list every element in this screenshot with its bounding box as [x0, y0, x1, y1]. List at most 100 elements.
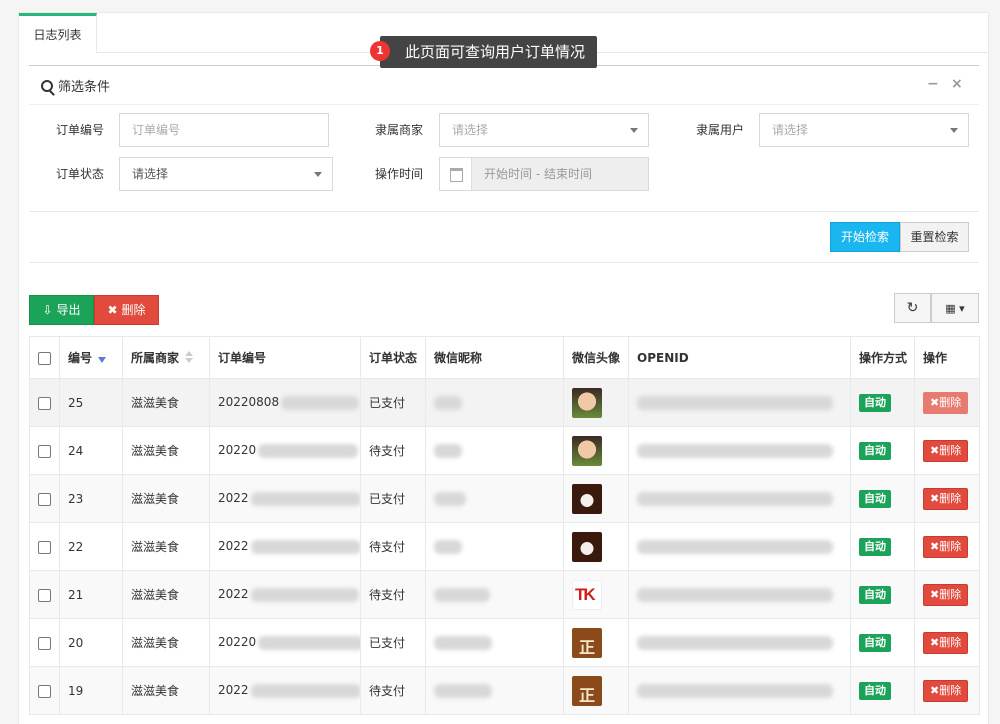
row-checkbox[interactable] [38, 444, 51, 458]
avatar [572, 387, 602, 418]
redacted-openid [637, 443, 833, 458]
col-id[interactable]: 编号 [59, 336, 123, 379]
row-delete-label: 删除 [939, 491, 962, 505]
row-delete-label: 删除 [939, 443, 962, 457]
tab-log-list[interactable]: 日志列表 [19, 13, 97, 53]
avatar [572, 627, 602, 658]
close-icon: ✖ [107, 303, 118, 317]
close-icon[interactable]: × [951, 76, 963, 92]
cell-id: 21 [59, 570, 123, 619]
cell-status: 已支付 [360, 474, 426, 523]
table-row[interactable]: 22 滋滋美食 2022 待支付 自动 ✖删除 [29, 522, 980, 571]
search-icon [41, 80, 53, 92]
user-select[interactable]: 请选择 [759, 113, 969, 147]
cell-action: ✖删除 [914, 474, 980, 523]
cell-status: 已支付 [360, 378, 426, 427]
redacted-nickname [434, 395, 462, 410]
order-no-text: 20220 [218, 635, 257, 650]
cell-order-no: 2022 [209, 522, 361, 571]
cell-avatar [563, 474, 629, 523]
cell-merchant: 滋滋美食 [122, 474, 210, 523]
close-icon: ✖ [930, 443, 940, 457]
cell-nickname [425, 618, 564, 667]
row-select-cell [29, 618, 60, 667]
cell-action: ✖删除 [914, 522, 980, 571]
avatar [572, 531, 602, 562]
order-no-text: 2022 [218, 587, 249, 602]
sort-desc-icon [98, 352, 107, 366]
mode-badge: 自动 [859, 681, 891, 700]
row-checkbox[interactable] [38, 492, 51, 506]
cell-nickname [425, 570, 564, 619]
row-select-cell [29, 474, 60, 523]
table-row[interactable]: 24 滋滋美食 20220 待支付 自动 ✖删除 [29, 426, 980, 475]
cell-mode: 自动 [850, 474, 915, 523]
mode-badge: 自动 [859, 441, 891, 460]
cell-avatar [563, 618, 629, 667]
table-row[interactable]: 20滋滋美食 20220 已支付 自动 ✖删除 [29, 618, 980, 667]
cell-merchant: 滋滋美食 [122, 522, 210, 571]
select-all-cell [29, 336, 60, 379]
search-button[interactable]: 开始检索 [830, 222, 900, 252]
row-delete-button[interactable]: ✖删除 [923, 487, 969, 510]
table-row[interactable]: 23 滋滋美食 2022 已支付 自动 ✖删除 [29, 474, 980, 523]
merchant-select[interactable]: 请选择 [439, 113, 649, 147]
redacted-order [250, 539, 360, 554]
reset-button[interactable]: 重置检索 [900, 222, 969, 252]
avatar [572, 675, 602, 706]
sort-icon [185, 351, 194, 366]
mode-badge: 自动 [859, 585, 891, 604]
row-checkbox[interactable] [38, 588, 51, 602]
time-range-input[interactable]: 开始时间 - 结束时间 [439, 157, 649, 191]
row-delete-button[interactable]: ✖删除 [923, 679, 969, 702]
row-checkbox[interactable] [38, 540, 51, 554]
row-checkbox[interactable] [38, 396, 51, 410]
columns-button[interactable]: ▦ ▾ [931, 293, 979, 323]
delete-button[interactable]: ✖ 删除 [94, 295, 159, 325]
tooltip-text: 此页面可查询用户订单情况 [405, 43, 586, 61]
table-row[interactable]: 19滋滋美食 2022 待支付 自动 ✖删除 [29, 666, 980, 715]
cell-nickname [425, 666, 564, 715]
minimize-icon[interactable]: − [927, 76, 939, 92]
refresh-button[interactable]: ↻ [894, 293, 931, 323]
redacted-order [250, 683, 360, 698]
row-delete-button[interactable]: ✖删除 [923, 391, 969, 414]
select-all-checkbox[interactable] [38, 351, 51, 365]
row-delete-button[interactable]: ✖删除 [923, 583, 969, 606]
cell-id: 20 [59, 618, 123, 667]
order-no-text: 2022 [218, 491, 249, 506]
col-order-no: 订单编号 [209, 336, 361, 379]
status-label: 订单状态 [56, 167, 105, 181]
redacted-nickname [434, 539, 462, 554]
order-no-text: 2022 [218, 683, 249, 698]
cell-order-no: 2022 [209, 474, 361, 523]
col-avatar: 微信头像 [563, 336, 629, 379]
col-merchant-label: 所属商家 [131, 351, 180, 365]
cell-action: ✖删除 [914, 570, 980, 619]
order-no-input[interactable]: 订单编号 [119, 113, 329, 147]
redacted-nickname [434, 635, 492, 650]
row-delete-button[interactable]: ✖删除 [923, 439, 969, 462]
orders-table: 编号 所属商家 订单编号 订单状态 微信昵称 微信头像 OPENID 操作方式 … [29, 336, 980, 715]
export-label: 导出 [56, 303, 81, 317]
table-row[interactable]: 25 滋滋美食 20220808 已支付 自动 ✖删除 [29, 378, 980, 427]
cell-openid [628, 474, 851, 523]
cell-id: 19 [59, 666, 123, 715]
col-status: 订单状态 [360, 336, 426, 379]
status-select[interactable]: 请选择 [119, 157, 333, 191]
cell-order-no: 20220 [209, 618, 361, 667]
export-button[interactable]: ⇩ 导出 [29, 295, 94, 325]
cell-avatar [563, 666, 629, 715]
row-checkbox[interactable] [38, 636, 51, 650]
cell-openid [628, 570, 851, 619]
row-delete-button[interactable]: ✖删除 [923, 535, 969, 558]
row-delete-button[interactable]: ✖删除 [923, 631, 969, 654]
cell-action: ✖删除 [914, 426, 980, 475]
col-merchant[interactable]: 所属商家 [122, 336, 210, 379]
table-row[interactable]: 21滋滋美食 2022 待支付 自动 ✖删除 [29, 570, 980, 619]
col-nickname: 微信昵称 [425, 336, 564, 379]
col-mode: 操作方式 [850, 336, 915, 379]
cell-merchant: 滋滋美食 [122, 570, 210, 619]
row-checkbox[interactable] [38, 684, 51, 698]
tooltip-badge: 1 [370, 41, 390, 61]
